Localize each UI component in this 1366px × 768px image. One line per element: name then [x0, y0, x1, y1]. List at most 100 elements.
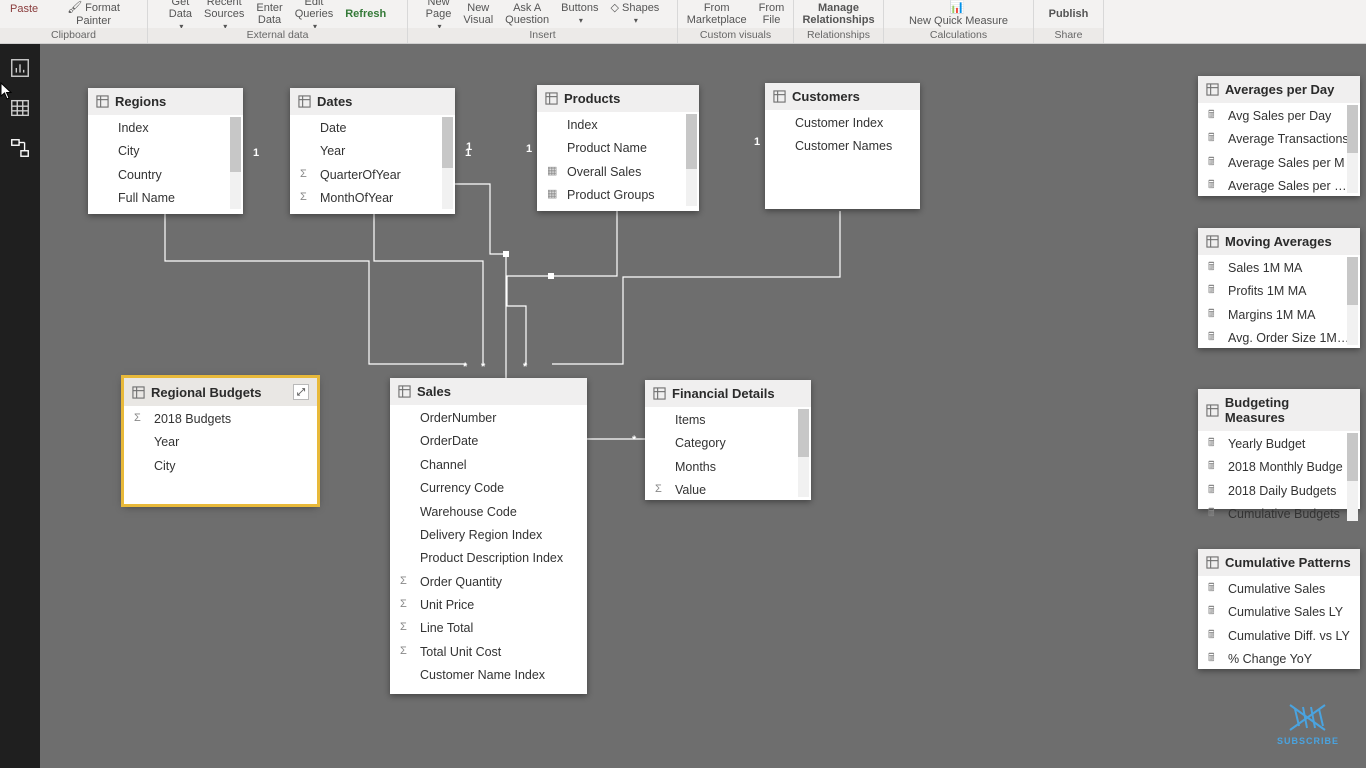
- field-row[interactable]: ΣOrder Quantity: [390, 571, 587, 594]
- edit-queries-button[interactable]: Edit Queries: [291, 1, 338, 27]
- field-row[interactable]: 🖩Profits 1M MA: [1198, 280, 1360, 303]
- svg-text:1: 1: [466, 141, 472, 153]
- from-file-button[interactable]: From File: [755, 1, 789, 27]
- field-row[interactable]: Customer Index: [765, 112, 920, 135]
- get-data-button[interactable]: Get Data: [165, 1, 196, 27]
- table-products[interactable]: Products Index Product Name ▦Overall Sal…: [537, 85, 699, 211]
- field-row[interactable]: City: [88, 140, 243, 163]
- table-regional-budgets[interactable]: Regional Budgets⤢ Σ2018 Budgets Year Cit…: [124, 378, 317, 504]
- publish-button[interactable]: Publish: [1045, 1, 1093, 27]
- table-dates[interactable]: Dates Date Year ΣQuarterOfYear ΣMonthOfY…: [290, 88, 455, 214]
- field-row[interactable]: Customer Name Index: [390, 664, 587, 687]
- field-row[interactable]: OrderDate: [390, 430, 587, 453]
- scrollbar[interactable]: [1347, 257, 1358, 345]
- scrollbar[interactable]: [1347, 433, 1358, 521]
- table-icon: [1206, 404, 1219, 417]
- dna-icon: [1285, 700, 1331, 734]
- field-row[interactable]: Product Name: [537, 137, 699, 160]
- field-row[interactable]: Items: [645, 409, 811, 432]
- field-row[interactable]: Customer Names: [765, 135, 920, 158]
- field-row[interactable]: Σ2018 Budgets: [124, 408, 317, 431]
- field-row[interactable]: 🖩Avg. Order Size 1M M: [1198, 327, 1360, 347]
- field-row[interactable]: 🖩2018 Daily Budgets: [1198, 480, 1360, 503]
- field-row[interactable]: Product Description Index: [390, 547, 587, 570]
- new-quick-measure-button[interactable]: New Quick Measure: [905, 1, 1012, 27]
- field-row[interactable]: 🖩Avg Sales per Day: [1198, 105, 1360, 128]
- model-view-button[interactable]: [4, 132, 36, 164]
- table-financial-details[interactable]: Financial Details Items Category Months …: [645, 380, 811, 500]
- table-icon: [1206, 83, 1219, 96]
- field-row[interactable]: ΣQuarterOfYear: [290, 164, 455, 187]
- field-row[interactable]: Year: [290, 140, 455, 163]
- table-sales[interactable]: Sales OrderNumber OrderDate Channel Curr…: [390, 378, 587, 694]
- field-row[interactable]: Currency Code: [390, 477, 587, 500]
- table-customers[interactable]: Customers Customer Index Customer Names: [765, 83, 920, 209]
- scrollbar[interactable]: [442, 117, 453, 209]
- table-moving-averages[interactable]: Moving Averages 🖩Sales 1M MA 🖩Profits 1M…: [1198, 228, 1360, 348]
- field-row[interactable]: ΣLine Total: [390, 617, 587, 640]
- field-row[interactable]: ▦Overall Sales: [537, 161, 699, 184]
- field-row[interactable]: ΣMonthOfYear: [290, 187, 455, 210]
- report-view-button[interactable]: [4, 52, 36, 84]
- new-visual-button[interactable]: New Visual: [459, 1, 497, 27]
- enter-data-button[interactable]: Enter Data: [252, 1, 286, 27]
- scrollbar[interactable]: [1347, 105, 1358, 193]
- field-row[interactable]: 🖩Cumulative Budgets: [1198, 503, 1360, 523]
- calculator-icon: 🖩: [1208, 259, 1215, 276]
- field-row[interactable]: 🖩Yearly Budget: [1198, 433, 1360, 456]
- scrollbar[interactable]: [686, 114, 697, 206]
- buttons-button[interactable]: Buttons: [557, 1, 602, 27]
- field-row[interactable]: 🖩Cumulative Diff. vs LY: [1198, 625, 1360, 648]
- field-row[interactable]: Months: [645, 456, 811, 479]
- table-regions[interactable]: Regions Index City Country Full Name Ter…: [88, 88, 243, 214]
- paste-button[interactable]: Paste: [6, 0, 42, 22]
- field-row[interactable]: 🖩Margins 1M MA: [1198, 304, 1360, 327]
- field-row[interactable]: ΣUnit Price: [390, 594, 587, 617]
- manage-relationships-button[interactable]: Manage Relationships: [798, 1, 878, 27]
- scrollbar[interactable]: [230, 117, 241, 209]
- scrollbar[interactable]: [798, 409, 809, 497]
- field-row[interactable]: Year: [124, 431, 317, 454]
- model-canvas[interactable]: 1 * 1 * 1 * 1 1 * Regions Index City Cou…: [40, 44, 1366, 768]
- field-row[interactable]: Channel: [390, 454, 587, 477]
- field-row[interactable]: 🖩Cumulative Sales: [1198, 578, 1360, 601]
- field-row[interactable]: ▦Product Groups Ind: [537, 208, 699, 209]
- field-row[interactable]: Country: [88, 164, 243, 187]
- field-row[interactable]: 🖩2018 Monthly Budge: [1198, 456, 1360, 479]
- table-budgeting-measures[interactable]: Budgeting Measures 🖩Yearly Budget 🖩2018 …: [1198, 389, 1360, 509]
- field-row[interactable]: OrderNumber: [390, 407, 587, 430]
- new-page-button[interactable]: New Page: [422, 1, 456, 27]
- field-row[interactable]: Date: [290, 117, 455, 140]
- field-row[interactable]: 🖩Average Sales per M: [1198, 152, 1360, 175]
- field-row[interactable]: Delivery Region Index: [390, 524, 587, 547]
- field-row[interactable]: 🖩Sales 1M MA: [1198, 257, 1360, 280]
- field-row[interactable]: ΣDayOfMonth: [290, 211, 455, 212]
- field-row[interactable]: Territory: [88, 211, 243, 212]
- field-row[interactable]: ΣTotal Unit Cost: [390, 641, 587, 664]
- table-title: Budgeting Measures: [1225, 395, 1352, 425]
- expand-button[interactable]: ⤢: [293, 384, 309, 400]
- field-row[interactable]: Index: [88, 117, 243, 140]
- field-row[interactable]: Index: [537, 114, 699, 137]
- field-row[interactable]: Category: [645, 432, 811, 455]
- field-row[interactable]: 🖩Average Transactions: [1198, 128, 1360, 151]
- field-row[interactable]: Full Name: [88, 187, 243, 210]
- format-painter-button[interactable]: Format Painter: [46, 1, 141, 27]
- recent-sources-button[interactable]: Recent Sources: [200, 1, 248, 27]
- refresh-button[interactable]: Refresh: [341, 1, 390, 27]
- table-icon: [1206, 235, 1219, 248]
- field-row[interactable]: 🖩% Change YoY: [1198, 648, 1360, 668]
- ribbon-group-calculations: Calculations: [884, 28, 1033, 43]
- table-averages-per-day[interactable]: Averages per Day 🖩Avg Sales per Day 🖩Ave…: [1198, 76, 1360, 196]
- field-row[interactable]: ΣValue: [645, 479, 811, 499]
- field-row[interactable]: 🖩Average Sales per Cu: [1198, 175, 1360, 195]
- from-marketplace-button[interactable]: From Marketplace: [683, 1, 751, 27]
- shapes-button[interactable]: ◇ Shapes: [606, 1, 663, 27]
- field-row[interactable]: City: [124, 455, 317, 478]
- field-row[interactable]: Warehouse Code: [390, 501, 587, 524]
- table-cumulative-patterns[interactable]: Cumulative Patterns 🖩Cumulative Sales 🖩C…: [1198, 549, 1360, 669]
- calculator-icon: 🖩: [1208, 435, 1215, 452]
- ask-question-button[interactable]: Ask A Question: [501, 1, 553, 27]
- field-row[interactable]: ▦Product Groups: [537, 184, 699, 207]
- field-row[interactable]: 🖩Cumulative Sales LY: [1198, 601, 1360, 624]
